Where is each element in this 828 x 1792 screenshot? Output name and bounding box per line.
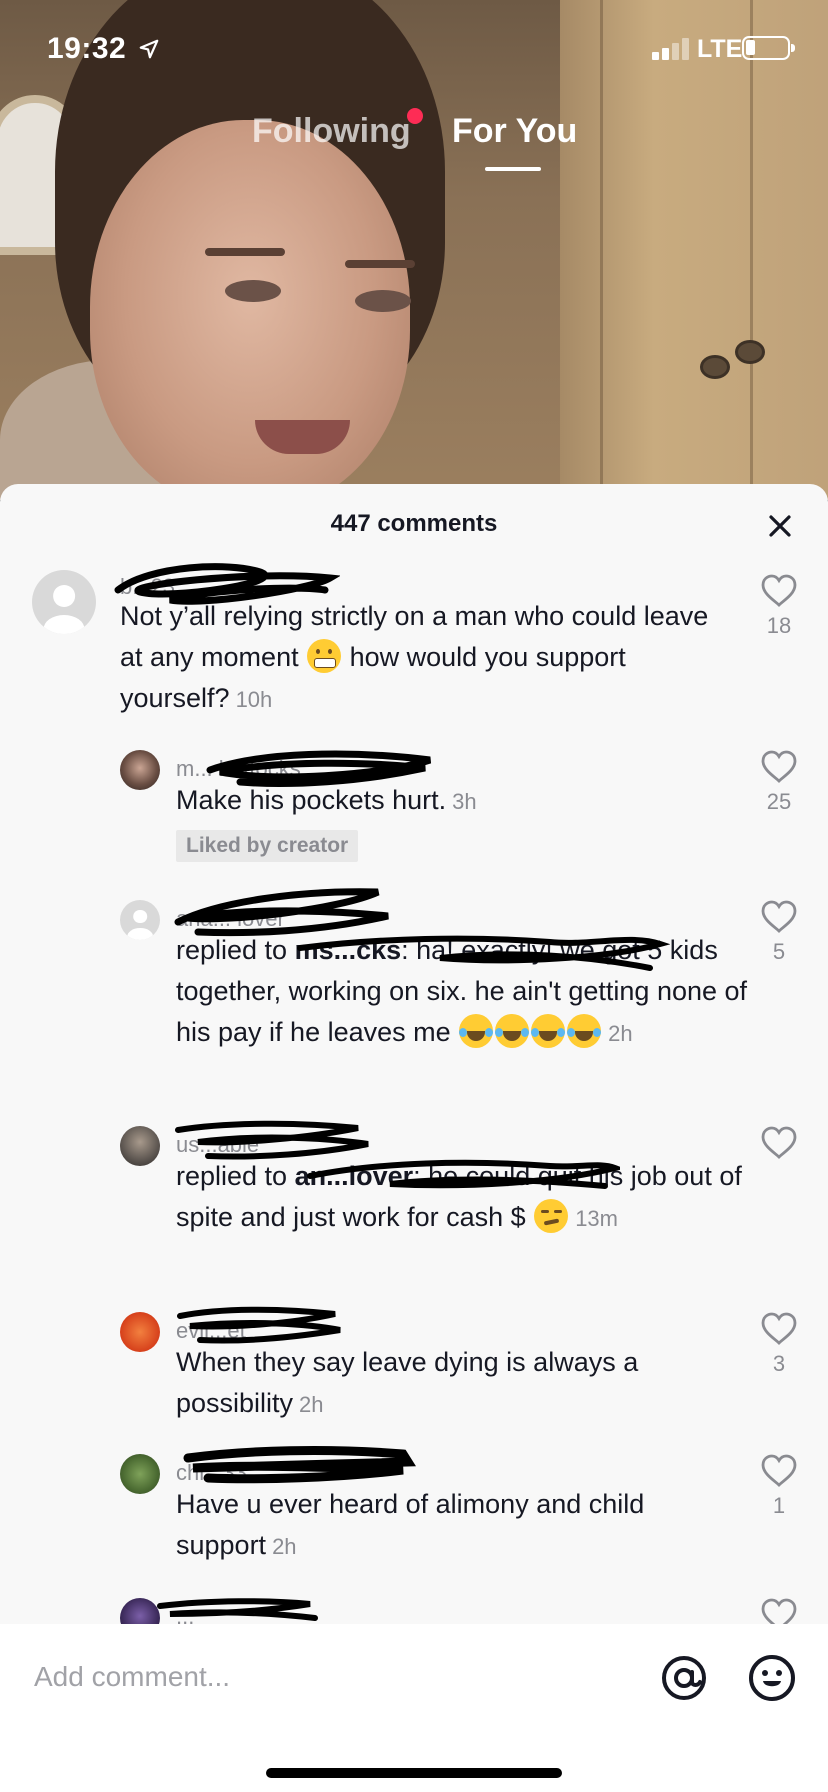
add-comment-input[interactable]	[34, 1652, 634, 1702]
comment-username[interactable]: chl...33	[176, 1460, 247, 1486]
comment-username[interactable]: us...able	[176, 1132, 259, 1158]
heart-icon	[761, 1126, 797, 1159]
laughing-emoji-icon	[567, 1014, 602, 1048]
location-arrow-icon	[139, 39, 159, 59]
heart-icon	[761, 750, 797, 783]
comment-timestamp: 2h	[272, 1534, 297, 1559]
status-bar: 19:32 LTE	[0, 0, 828, 90]
comments-header: 447 comments	[0, 484, 828, 564]
avatar[interactable]	[120, 750, 160, 790]
like-count: 3	[772, 1351, 786, 1376]
tab-following[interactable]: Following	[252, 112, 411, 151]
comment-timestamp: 2h	[299, 1392, 324, 1417]
close-icon[interactable]	[762, 508, 798, 544]
comment-timestamp: 3h	[452, 789, 477, 814]
comment-timestamp: 13m	[575, 1206, 618, 1231]
like-count: 25	[766, 789, 792, 814]
comment-text: Have u ever heard of alimony and child s…	[176, 1489, 645, 1560]
avatar[interactable]	[120, 1454, 160, 1494]
signal-strength-icon	[652, 38, 692, 60]
like-button[interactable]: 3	[757, 1312, 801, 1377]
comment-text: When they say leave dying is always a po…	[176, 1347, 639, 1418]
heart-icon	[761, 574, 797, 607]
reply-target-username: ms...cks	[294, 935, 402, 965]
comment-text: Not y’all relying strictly on a man who …	[120, 601, 709, 713]
laughing-emoji-icon	[531, 1014, 566, 1048]
comments-sheet: 447 comments b...23 Not y’all relying st…	[0, 484, 828, 1792]
like-button[interactable]	[757, 1126, 801, 1165]
heart-icon	[761, 1312, 797, 1345]
grimacing-emoji-icon	[307, 639, 342, 673]
feed-tabs: Following For You	[0, 108, 828, 182]
comment-count: 447 comments	[330, 510, 498, 537]
comment-input-bar	[0, 1624, 828, 1792]
comment-text: replied to an...lover: he could quit his…	[176, 1161, 742, 1233]
like-count: 18	[766, 613, 792, 638]
comment-timestamp: 10h	[235, 687, 273, 712]
emoji-icon[interactable]	[748, 1654, 796, 1702]
comment-text: replied to ms...cks: ha! exactly! we got…	[176, 935, 748, 1048]
like-button[interactable]: 18	[757, 574, 801, 639]
comment-timestamp: 2h	[608, 1021, 633, 1046]
comment-username[interactable]: ana... lover	[176, 906, 285, 932]
comment-username[interactable]: evil...et	[176, 1318, 246, 1344]
like-button[interactable]: 25	[757, 750, 801, 815]
comment-username[interactable]: m... buttocks	[176, 756, 301, 782]
home-indicator[interactable]	[266, 1768, 562, 1778]
notification-dot	[407, 108, 423, 124]
avatar[interactable]	[120, 900, 160, 940]
laughing-emoji-icon	[459, 1014, 494, 1048]
network-label: LTE	[697, 35, 743, 63]
smirking-emoji-icon	[534, 1199, 569, 1233]
at-sign-icon[interactable]	[660, 1654, 708, 1702]
like-button[interactable]: 1	[757, 1454, 801, 1519]
heart-icon	[761, 900, 797, 933]
like-count: 5	[772, 939, 786, 964]
liked-by-creator-badge: Liked by creator	[176, 830, 359, 862]
status-time: 19:32	[47, 32, 127, 65]
avatar[interactable]	[120, 1126, 160, 1166]
comment-text: Make his pockets hurt. 3h	[176, 785, 477, 815]
avatar[interactable]	[120, 1312, 160, 1352]
tab-for-you[interactable]: For You	[452, 112, 577, 151]
heart-icon	[761, 1454, 797, 1487]
reply-target-username: an...lover	[294, 1161, 414, 1191]
like-button[interactable]: 5	[757, 900, 801, 965]
like-count: 1	[772, 1493, 786, 1518]
avatar[interactable]	[32, 570, 96, 634]
battery-icon	[742, 36, 795, 60]
active-tab-indicator	[485, 167, 541, 171]
laughing-emoji-icon	[495, 1014, 530, 1048]
